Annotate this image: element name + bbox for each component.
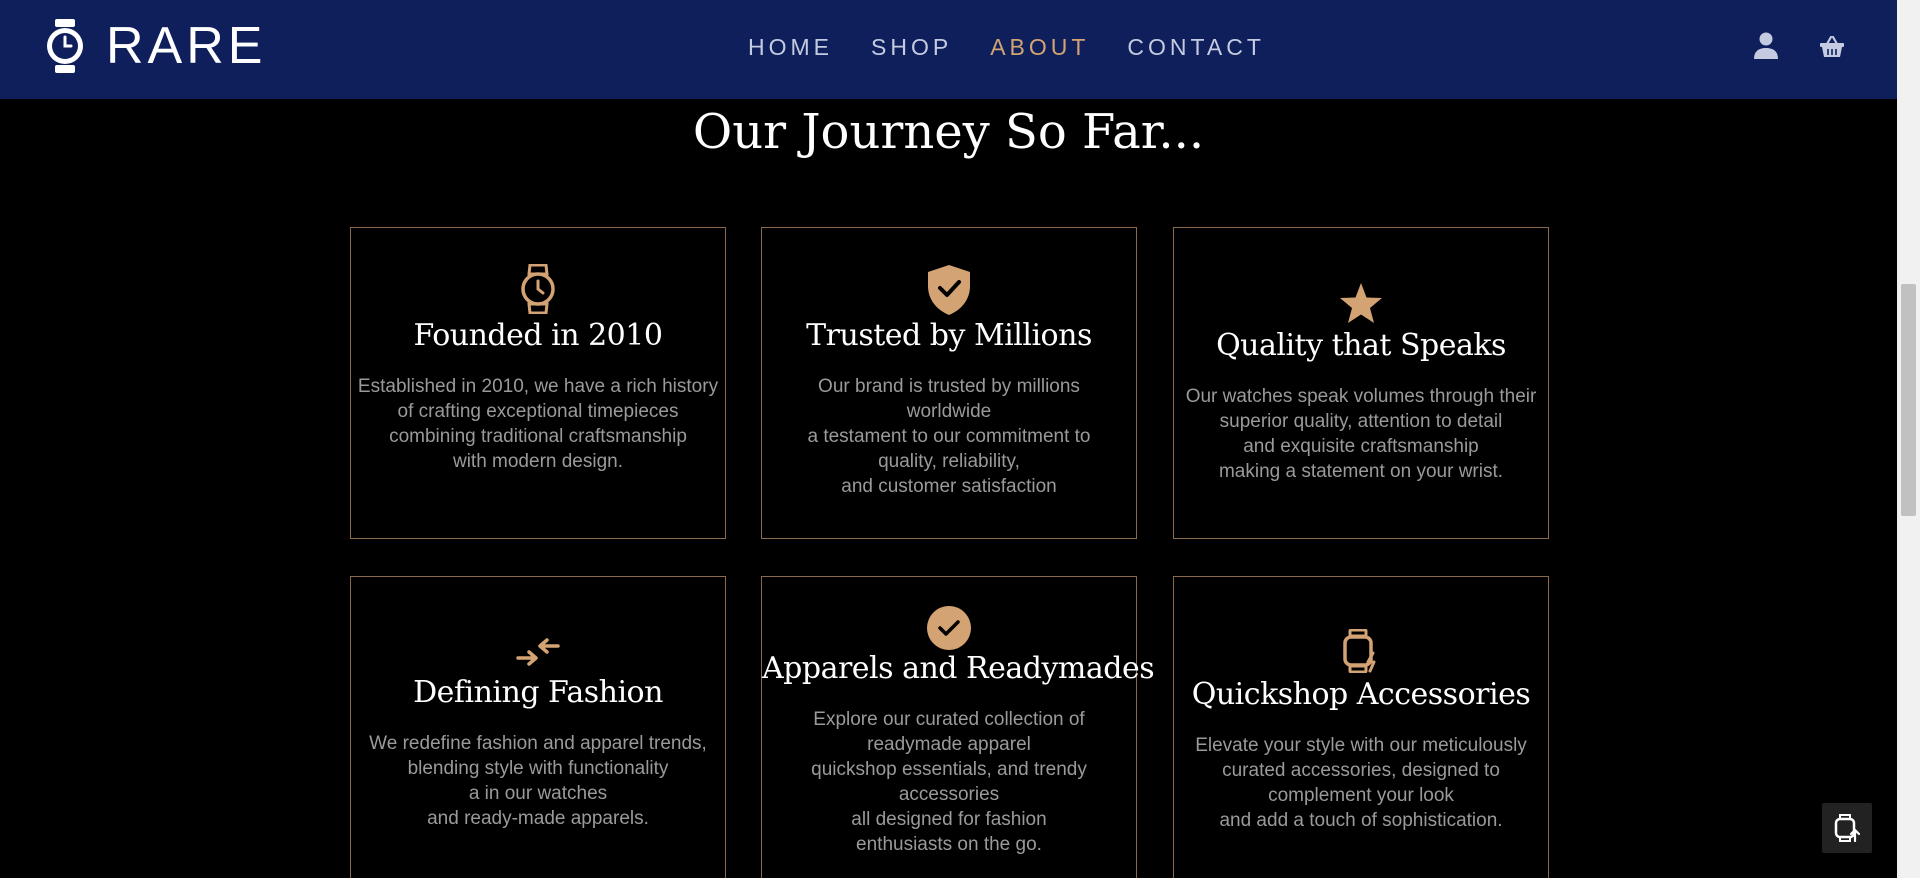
basket-icon[interactable] — [1819, 32, 1845, 60]
check-circle-icon — [927, 606, 971, 650]
nav-contact[interactable]: CONTACT — [1127, 34, 1264, 61]
card-description: Our watches speak volumes through their … — [1185, 386, 1537, 482]
card-description: Established in 2010, we have a rich hist… — [357, 376, 719, 472]
card-apparels: Apparels and Readymades Explore our cura… — [761, 576, 1155, 878]
card-description: We redefine fashion and apparel trends, … — [369, 733, 707, 829]
watch-logo-icon — [47, 19, 83, 73]
card-title: Quality that Speaks — [1216, 328, 1506, 363]
card-trusted: Trusted by Millions Our brand is trusted… — [761, 227, 1137, 539]
user-icon[interactable] — [1753, 32, 1779, 60]
nav-shop[interactable]: SHOP — [871, 34, 952, 61]
compress-arrows-icon — [516, 638, 560, 666]
star-icon — [1340, 283, 1382, 323]
card-description: Elevate your style with our meticulously… — [1195, 735, 1527, 831]
nav-about[interactable]: ABOUT — [990, 34, 1089, 61]
card-title: Trusted by Millions — [806, 318, 1092, 353]
nav-home[interactable]: HOME — [748, 34, 833, 61]
card-accessories: Quickshop Accessories Elevate your style… — [1173, 576, 1549, 878]
smartwatch-bolt-icon — [1343, 629, 1376, 673]
card-title: Quickshop Accessories — [1191, 677, 1531, 712]
watch-icon — [521, 264, 555, 314]
main-nav: HOME SHOP ABOUT CONTACT — [748, 34, 1303, 61]
section-title: Our Journey So Far... — [692, 104, 1205, 160]
quickshop-fab-button[interactable] — [1822, 803, 1872, 853]
shield-check-icon — [928, 265, 970, 315]
page-scrollbar[interactable] — [1897, 0, 1920, 878]
card-description: Explore our curated collection of readym… — [811, 709, 1087, 855]
card-description: Our brand is trusted by millions worldwi… — [807, 376, 1091, 497]
site-header: RARE HOME SHOP ABOUT CONTACT — [0, 0, 1897, 99]
scrollbar-thumb[interactable] — [1901, 284, 1916, 516]
card-founded: Founded in 2010 Established in 2010, we … — [350, 227, 726, 539]
card-quality: Quality that Speaks Our watches speak vo… — [1173, 227, 1549, 539]
brand-name: RARE — [106, 17, 267, 75]
card-title: Apparels and Readymades — [762, 651, 1155, 686]
card-title: Founded in 2010 — [413, 318, 663, 353]
header-actions — [1753, 32, 1845, 60]
card-title: Defining Fashion — [413, 675, 663, 710]
logo[interactable]: RARE — [44, 16, 266, 76]
card-fashion: Defining Fashion We redefine fashion and… — [350, 576, 726, 878]
watch-arrow-icon — [1834, 814, 1860, 842]
